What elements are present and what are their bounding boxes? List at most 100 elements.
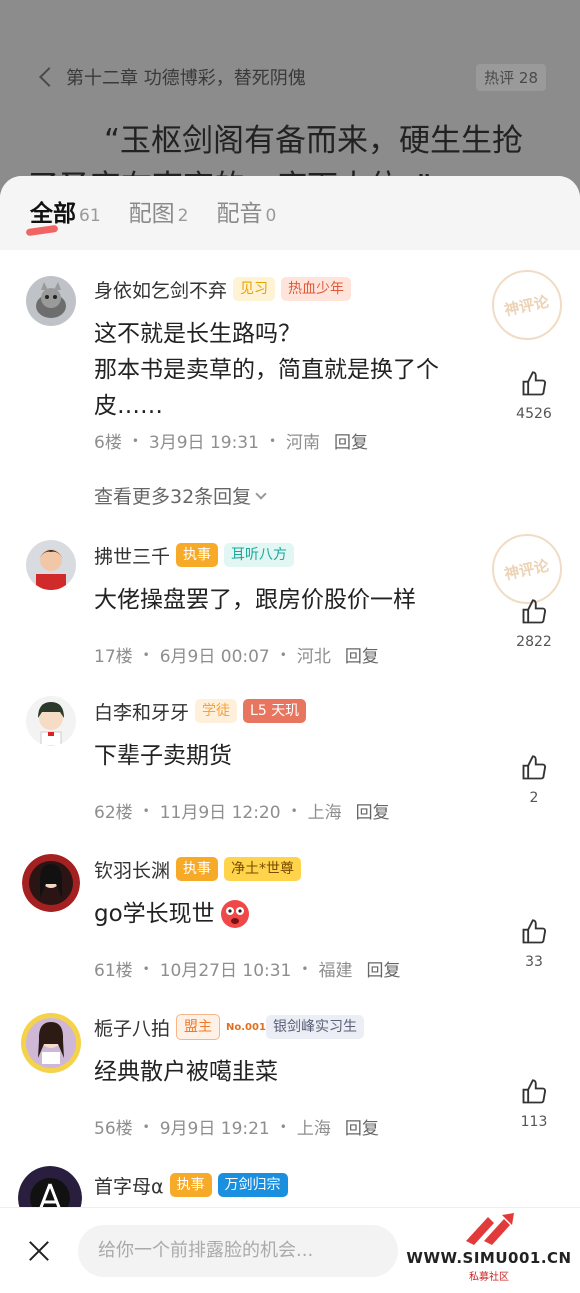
reply-button[interactable]: 回复 [366, 956, 400, 981]
location: 河北 [296, 647, 331, 667]
hot-comments-badge[interactable]: 热评 28 [476, 63, 546, 91]
comment-meta: 61楼 • 10月27日 10:31 • 福建 回复 [94, 956, 400, 981]
comment-meta: 17楼 • 6月9日 00:07 • 河北 回复 [94, 642, 379, 667]
god-comment-stamp-icon: 神评论 [492, 270, 562, 340]
username[interactable]: 身依如乞剑不弃 [94, 276, 227, 303]
tab-images[interactable]: 配图 2 [129, 194, 189, 228]
timestamp: 11月9日 12:20 [159, 803, 281, 823]
watermark-logo-icon [466, 1213, 514, 1245]
location: 福建 [318, 961, 353, 981]
shocked-face-emoji-icon [220, 900, 249, 928]
location: 河南 [286, 433, 321, 453]
user-row: 白李和牙牙 学徒 L5 天玑 [94, 696, 312, 726]
comment-text: 下辈子卖期货 [94, 743, 232, 769]
watermark-logo: WWW.SIMU001.CN 私募社区 [404, 1211, 574, 1285]
thumbs-up-icon [522, 755, 547, 780]
like-button[interactable]: 33 [514, 918, 554, 970]
username[interactable]: 拂世三千 [94, 542, 170, 569]
rank-badge: 执事 [169, 1173, 212, 1197]
thumbs-up-icon [522, 371, 547, 396]
like-count: 113 [520, 1114, 548, 1130]
comment-text: 大佬操盘罢了，跟房价股价一样 [94, 587, 416, 613]
avatar[interactable] [22, 854, 80, 912]
like-button[interactable]: 4526 [514, 370, 554, 422]
chapter-title: 第十二章 功德博彩，替死阴傀 [66, 68, 306, 89]
comment-meta: 56楼 • 9月9日 19:21 • 上海 回复 [94, 1114, 379, 1139]
like-count: 2822 [516, 634, 552, 650]
reply-button[interactable]: 回复 [334, 428, 368, 453]
avatar[interactable] [26, 696, 76, 746]
like-count: 33 [525, 954, 543, 970]
username[interactable]: 首字母α [94, 1172, 164, 1199]
user-row: 身依如乞剑不弃 见习 热血少年 [94, 274, 357, 304]
floor: 61楼 [94, 961, 133, 981]
comment-text-row: go学长现世 [94, 896, 494, 932]
watermark-url: WWW.SIMU001.CN [406, 1249, 572, 1267]
thumbs-up-icon [522, 919, 547, 944]
comment-text: 这不就是长生路吗？ 那本书是卖草的，简直就是换了个皮…… [94, 321, 439, 419]
comment-input-bar: WWW.SIMU001.CN 私募社区 [0, 1207, 580, 1293]
comment-meta: 6楼 • 3月9日 19:31 • 河南 回复 [94, 428, 368, 453]
chapter-bar: 第十二章 功德博彩，替死阴傀 热评 28 [38, 62, 546, 92]
level-badge: 见习 [233, 277, 276, 301]
comment-tabs: 全部 61 配图 2 配音 0 [0, 176, 580, 250]
reply-button[interactable]: 回复 [345, 642, 379, 667]
title-badge: 耳听八方 [224, 543, 295, 567]
tab-audio[interactable]: 配音 0 [216, 194, 276, 228]
floor: 56楼 [94, 1119, 133, 1139]
close-icon[interactable] [24, 1236, 54, 1266]
username[interactable]: 白李和牙牙 [94, 698, 189, 725]
title-badge: 万剑归宗 [217, 1173, 288, 1197]
username[interactable]: 钦羽长渊 [94, 856, 170, 883]
title-badge: 净土*世尊 [224, 857, 302, 881]
tab-count: 2 [177, 206, 189, 226]
title-badge: 银剑峰实习生 [266, 1015, 365, 1039]
reply-button[interactable]: 回复 [356, 798, 390, 823]
like-button[interactable]: 113 [514, 1078, 554, 1130]
god-comment-stamp-icon: 神评论 [492, 534, 562, 604]
timestamp: 6月9日 00:07 [159, 647, 270, 667]
more-replies-link[interactable]: 查看更多32条回复 [94, 482, 267, 509]
floor: 6楼 [94, 433, 122, 453]
tab-count: 0 [265, 206, 277, 226]
username[interactable]: 栀子八拍 [94, 1014, 170, 1041]
comment-input[interactable] [78, 1224, 398, 1277]
tab-label: 配音 [216, 201, 263, 227]
leader-badge: 盟主 [176, 1014, 221, 1040]
user-row: 栀子八拍 盟主 No.00162 银剑峰实习生 [94, 1012, 370, 1042]
novel-text-line-1: “玉枢剑阁有备而来，硬生生抢 [104, 123, 524, 159]
floor: 17楼 [94, 647, 133, 667]
avatar[interactable] [18, 1010, 84, 1076]
like-count: 4526 [516, 406, 552, 422]
timestamp: 9月9日 19:21 [159, 1119, 270, 1139]
avatar[interactable] [26, 276, 76, 326]
back-chevron-icon[interactable] [39, 67, 59, 87]
rank-badge: 执事 [176, 857, 219, 881]
tab-all[interactable]: 全部 61 [25, 194, 101, 237]
user-row: 拂世三千 执事 耳听八方 [94, 540, 300, 570]
title-badge: 热血少年 [281, 277, 352, 301]
like-button[interactable]: 2822 [514, 598, 554, 650]
floor: 62楼 [94, 803, 133, 823]
rank-badge: 学徒 [195, 699, 238, 723]
avatar[interactable] [26, 540, 76, 590]
reply-button[interactable]: 回复 [345, 1114, 379, 1139]
chevron-down-icon [255, 487, 267, 500]
tab-count: 61 [79, 206, 101, 226]
comment-meta: 62楼 • 11月9日 12:20 • 上海 回复 [94, 798, 390, 823]
like-button[interactable]: 2 [514, 754, 554, 806]
user-row: 钦羽长渊 执事 净土*世尊 [94, 854, 307, 884]
level-badge: L5 天玑 [243, 699, 307, 723]
tab-label: 配图 [128, 201, 175, 227]
thumbs-up-icon [522, 599, 547, 624]
watermark-subtitle: 私募社区 [469, 1272, 509, 1283]
timestamp: 10月27日 10:31 [159, 961, 292, 981]
member-number-badge: No.00162 [226, 1021, 280, 1033]
thumbs-up-icon [522, 1079, 547, 1104]
rank-badge: 执事 [176, 543, 219, 567]
like-count: 2 [529, 790, 539, 806]
location: 上海 [307, 803, 342, 823]
comments-sheet: 全部 61 配图 2 配音 0 身依如乞剑不弃 见习 热血少年 这不就是长生路吗… [0, 176, 580, 1293]
tab-label: 全部 [30, 201, 76, 227]
user-row: 首字母α 执事 万剑归宗 [94, 1170, 294, 1200]
